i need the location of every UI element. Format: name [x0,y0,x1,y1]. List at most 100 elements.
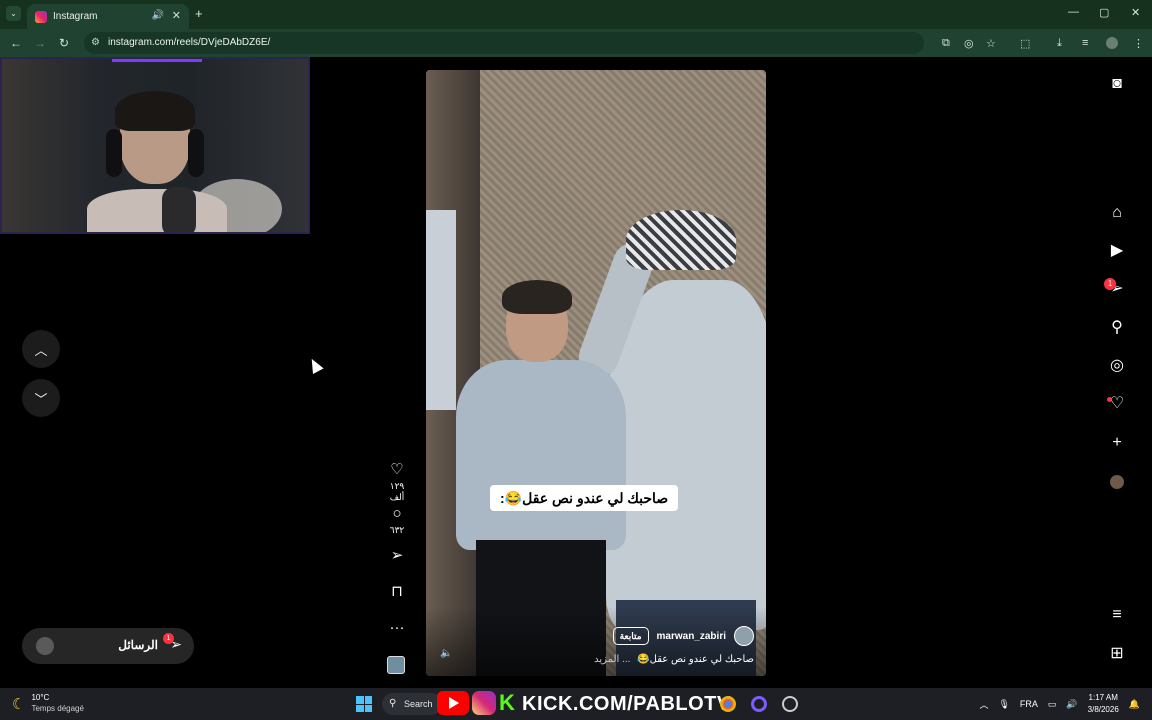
reels-icon[interactable]: ▶ [1106,240,1128,262]
webcam-accent-bar [112,59,202,62]
reel-video[interactable]: صاحبك لي عندو نص عقل😂: 🔈 متابعة marwan_z… [426,70,766,676]
stream-url-overlay: KICK.COM/PABLOTV [522,693,731,715]
search-label: Search [404,699,433,709]
weather-description: Temps dégagé [31,704,84,713]
description-text: صاحبك لي عندو نص عقل😂 [637,654,754,665]
messages-avatar [36,637,54,655]
author-avatar[interactable] [734,626,754,646]
windows-taskbar: ☾ 10°C Temps dégagé ⚲ Search K KICK.COM/… [0,688,1152,720]
reading-list-icon[interactable]: ≡ [1082,37,1088,49]
microphone [162,187,196,232]
heart-icon[interactable]: ♡ [383,461,411,479]
app-circle-icon[interactable] [751,696,767,712]
tab-search-button[interactable]: ⌄ [6,6,21,21]
windows-start-icon[interactable] [356,696,372,712]
url-text: instagram.com/reels/DVjeDAbDZ6E/ [108,37,271,48]
reel-description[interactable]: صاحبك لي عندو نص عقل😂 ... المزيد [594,654,754,665]
person-left-hair [502,280,572,314]
chrome-app-icon[interactable] [720,696,736,712]
messages-label: الرسائل [118,638,158,652]
home-icon[interactable]: ⌂ [1106,202,1128,224]
chevron-up-icon: ︿ [34,342,48,358]
tab-title: Instagram [53,11,98,22]
headphone-left [106,129,122,177]
reload-icon[interactable]: ↻ [59,36,69,50]
webcam-overlay [0,57,310,234]
audio-thumbnail[interactable] [387,656,405,674]
follow-button[interactable]: متابعة [612,627,649,645]
more-menu-icon[interactable]: ⋮ [1133,37,1144,50]
menu-hamburger-icon[interactable]: ≡ [1106,604,1128,626]
browser-toolbar: ← → ↻ ⚙ instagram.com/reels/DVjeDAbDZ6E/… [0,29,1152,57]
cast-icon[interactable]: ⧉ [942,37,950,50]
share-action[interactable]: ➢ [383,547,411,565]
site-info-icon[interactable]: ⚙ [91,32,100,54]
comment-count: ٦٣٢ [389,525,405,535]
kick-logo-icon: K [499,690,515,715]
send-icon[interactable]: ➢ [383,547,411,565]
app-settings-icon[interactable] [782,696,798,712]
weather-widget[interactable]: ☾ 10°C Temps dégagé [12,693,84,714]
video-caption-overlay: صاحبك لي عندو نص عقل😂: [490,485,679,511]
messages-pill[interactable]: الرسائل ➢ 1 [22,628,194,664]
bookmark-star-icon[interactable]: ☆ [986,37,996,50]
address-bar[interactable]: ⚙ instagram.com/reels/DVjeDAbDZ6E/ [84,32,924,54]
reel-author-row: متابعة marwan_zabiri [612,626,754,646]
search-icon[interactable]: ⚲ [1106,317,1128,339]
explore-compass-icon[interactable]: ◎ [1106,355,1128,377]
mute-icon[interactable]: 🔈 [440,648,452,659]
instagram-reels-page: ︿ ﹀ صاحبك لي عندو نص عقل😂: 🔈 متابعة marw… [0,57,1152,688]
minimize-button[interactable]: — [1068,6,1079,18]
youtube-logo-icon [437,691,469,715]
author-username[interactable]: marwan_zabiri [657,631,726,642]
search-icon: ⚲ [389,698,397,709]
eye-off-icon[interactable]: ◎ [964,37,974,50]
instagram-logo-icon [472,691,496,715]
messages-notification-badge: 1 [1104,278,1116,290]
create-plus-icon[interactable]: + [1106,432,1128,454]
notification-dot [1107,397,1112,402]
back-arrow-icon[interactable]: ← [10,36,22,50]
volume-icon[interactable]: 🔊 [1066,699,1077,710]
apps-grid-icon[interactable]: ⊞ [1106,643,1128,665]
close-window-button[interactable]: ✕ [1131,6,1140,19]
tab-audio-icon[interactable]: 🔊 [152,10,164,21]
extensions-icon[interactable]: ⬚ [1020,37,1030,50]
notification-bell-icon[interactable]: 🔔 [1129,699,1140,710]
like-action[interactable]: ♡ ١٢٩ ألف [383,461,411,503]
tray-overflow-icon[interactable]: ︿ [979,698,988,711]
like-count: ١٢٩ ألف [389,481,405,502]
bookmark-icon[interactable]: ⊓ [383,583,411,601]
download-icon[interactable]: ⤓ [1057,37,1062,50]
person-left-hoodie [456,360,626,550]
ellipsis-icon[interactable]: ··· [383,619,411,637]
date: 3/8/2026 [1087,705,1119,714]
save-action[interactable]: ⊓ [383,583,411,601]
profile-avatar[interactable] [1106,37,1118,49]
comment-action[interactable]: ○ ٦٣٢ [383,505,411,536]
instagram-logo-icon[interactable]: ◙ [1106,73,1128,95]
tab-close-button[interactable]: ✕ [172,9,181,22]
messages-badge: 1 [163,633,174,644]
taskbar-search[interactable]: ⚲ Search [382,693,442,715]
language-indicator[interactable]: FRA [1020,699,1038,709]
webcam-person-body [87,189,227,232]
network-icon[interactable]: ▭ [1048,699,1057,710]
more-options-action[interactable]: ··· [383,619,411,637]
more-link[interactable]: ... المزيد [594,654,630,665]
new-tab-button[interactable]: + [195,6,203,21]
instagram-favicon-icon [35,10,47,23]
tab-instagram[interactable]: Instagram 🔊 ✕ [27,4,189,29]
headphone-right [188,129,204,177]
clock[interactable]: 1:17 AM 3/8/2026 [1088,692,1119,716]
previous-reel-button[interactable]: ︿ [22,330,60,368]
next-reel-button[interactable]: ﹀ [22,379,60,417]
person-right-cap [626,210,736,270]
microphone-icon[interactable]: 🎙 [998,699,1009,710]
system-tray: ︿ 🎙 FRA ▭ 🔊 1:17 AM 3/8/2026 🔔 [979,692,1140,716]
maximize-button[interactable]: ▢ [1099,6,1109,19]
temperature: 10°C [31,693,50,702]
profile-avatar[interactable] [1110,475,1124,489]
forward-arrow-icon[interactable]: → [34,36,46,50]
comment-icon[interactable]: ○ [383,505,411,523]
